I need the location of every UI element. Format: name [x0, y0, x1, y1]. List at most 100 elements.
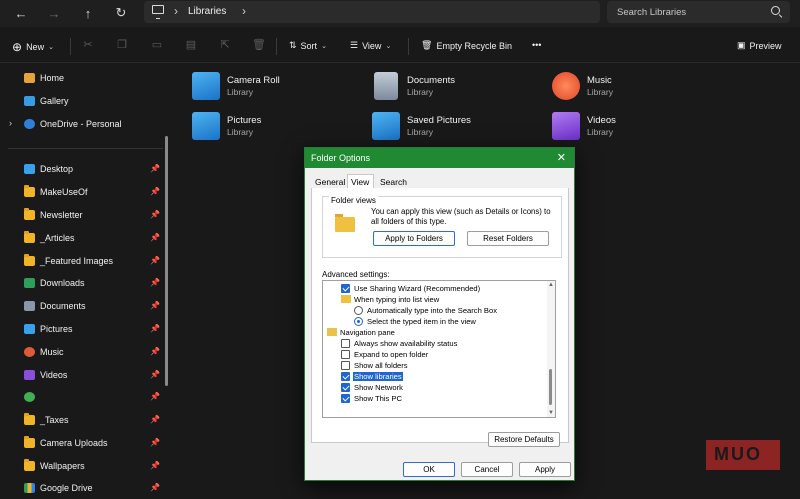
download-icon: [24, 278, 35, 288]
sidebar-item-drive[interactable]: 📌: [0, 388, 168, 408]
paste-icon[interactable]: ▭: [151, 39, 163, 51]
sort-button[interactable]: ⇅ Sort ⌄: [289, 40, 327, 51]
sidebar-item-videos[interactable]: Videos 📌: [0, 366, 168, 386]
apply-to-folders-button[interactable]: Apply to Folders: [373, 231, 455, 246]
setting-navigation-pane: Navigation pane: [323, 327, 543, 338]
sort-icon: ⇅: [289, 40, 297, 50]
delete-icon[interactable]: 🗑: [252, 39, 266, 51]
library-music[interactable]: Music Library: [552, 72, 722, 106]
sidebar-scrollbar[interactable]: [165, 136, 168, 386]
scroll-up-icon[interactable]: ▲: [548, 282, 554, 288]
checkbox[interactable]: [341, 372, 350, 381]
expand-chevron-icon[interactable]: ›: [9, 118, 12, 128]
sidebar-item-newsletter[interactable]: Newsletter 📌: [0, 206, 168, 226]
sidebar-item-desktop[interactable]: Desktop 📌: [0, 160, 168, 180]
sidebar-item-articles[interactable]: _Articles 📌: [0, 229, 168, 249]
empty-recycle-bin-button[interactable]: 🗑 Empty Recycle Bin: [421, 40, 512, 51]
setting-use-sharing-wizard[interactable]: Use Sharing Wizard (Recommended): [323, 283, 543, 294]
checkbox[interactable]: [341, 350, 350, 359]
ok-button[interactable]: OK: [403, 462, 455, 477]
checkbox[interactable]: [341, 394, 350, 403]
radio-button[interactable]: [354, 317, 363, 326]
sidebar-item-google-drive[interactable]: Google Drive 📌: [0, 479, 168, 499]
preview-label: Preview: [749, 40, 782, 51]
setting-expand-to-open-folder[interactable]: Expand to open folder: [323, 349, 543, 360]
tab-general[interactable]: General: [315, 177, 345, 187]
back-icon[interactable]: ←: [11, 4, 31, 22]
reset-folders-button[interactable]: Reset Folders: [467, 231, 549, 246]
view-label: View: [362, 40, 382, 51]
cut-icon[interactable]: ✂: [82, 39, 94, 51]
address-bar[interactable]: › Libraries ›: [144, 1, 600, 23]
sidebar-item-label: Wallpapers: [40, 461, 85, 471]
copy-icon[interactable]: ❐: [116, 39, 128, 51]
up-icon[interactable]: ↑: [78, 4, 98, 22]
checkbox[interactable]: [341, 361, 350, 370]
google-drive-icon: [24, 483, 35, 493]
advanced-settings-list[interactable]: Use Sharing Wizard (Recommended) When ty…: [322, 280, 556, 418]
radio-button[interactable]: [354, 306, 363, 315]
setting-label: Always show availability status: [354, 339, 458, 348]
sidebar-item-onedrive[interactable]: › OneDrive - Personal: [0, 115, 168, 135]
apply-button[interactable]: Apply: [519, 462, 571, 477]
folder-icon: [24, 185, 35, 197]
setting-show-network[interactable]: Show Network: [323, 382, 543, 393]
scrollbar-thumb[interactable]: [549, 369, 552, 405]
new-button[interactable]: ⊕ New ⌄: [12, 40, 54, 54]
library-saved-pictures[interactable]: Saved Pictures Library: [372, 112, 542, 146]
setting-show-all-folders[interactable]: Show all folders: [323, 360, 543, 371]
sidebar-item-home[interactable]: Home: [0, 69, 168, 89]
chevron-right-icon[interactable]: ›: [242, 4, 246, 18]
setting-auto-type-search[interactable]: Automatically type into the Search Box: [323, 305, 543, 316]
checkbox[interactable]: [341, 284, 350, 293]
sidebar-item-music[interactable]: Music 📌: [0, 343, 168, 363]
close-icon[interactable]: ✕: [557, 151, 566, 164]
library-pictures[interactable]: Pictures Library: [192, 112, 362, 146]
share-icon[interactable]: ⇱: [219, 39, 231, 51]
setting-show-this-pc[interactable]: Show This PC: [323, 393, 543, 404]
sidebar-item-label: Videos: [40, 370, 68, 380]
restore-defaults-button[interactable]: Restore Defaults: [488, 432, 560, 447]
pin-icon: 📌: [150, 347, 160, 356]
rename-icon[interactable]: ▤: [185, 39, 197, 51]
sidebar-item-makeuseof[interactable]: MakeUseOf 📌: [0, 183, 168, 203]
search-icon: [771, 6, 780, 15]
setting-label: Show libraries: [353, 372, 403, 381]
view-button[interactable]: ☰ View ⌄: [350, 40, 391, 51]
sidebar-item-pictures[interactable]: Pictures 📌: [0, 320, 168, 340]
library-type: Library: [227, 87, 253, 97]
checkbox[interactable]: [341, 383, 350, 392]
pin-icon: 📌: [150, 392, 160, 401]
sidebar-item-taxes[interactable]: _Taxes 📌: [0, 411, 168, 431]
more-options-button[interactable]: •••: [532, 40, 541, 50]
library-camera-roll[interactable]: Camera Roll Library: [192, 72, 362, 106]
setting-select-typed-item[interactable]: Select the typed item in the view: [323, 316, 543, 327]
dialog-title-bar[interactable]: Folder Options ✕: [305, 148, 574, 168]
search-input[interactable]: Search Libraries: [607, 1, 790, 23]
sidebar-item-gallery[interactable]: Gallery: [0, 92, 168, 112]
settings-scrollbar[interactable]: ▲ ▼: [547, 281, 555, 417]
pin-icon: 📌: [150, 301, 160, 310]
sidebar-item-label: Gallery: [40, 96, 69, 106]
preview-button[interactable]: ▣ Preview: [737, 40, 782, 51]
tab-search[interactable]: Search: [380, 177, 407, 187]
sidebar-item-documents[interactable]: Documents 📌: [0, 297, 168, 317]
sidebar-item-wallpapers[interactable]: Wallpapers 📌: [0, 457, 168, 477]
library-documents[interactable]: Documents Library: [372, 72, 542, 106]
scroll-down-icon[interactable]: ▼: [548, 410, 554, 416]
sidebar-item-downloads[interactable]: Downloads 📌: [0, 274, 168, 294]
setting-label: Automatically type into the Search Box: [367, 306, 498, 315]
setting-availability-status[interactable]: Always show availability status: [323, 338, 543, 349]
cancel-button[interactable]: Cancel: [461, 462, 513, 477]
sidebar-item-camera-uploads[interactable]: Camera Uploads 📌: [0, 434, 168, 454]
checkbox[interactable]: [341, 339, 350, 348]
sidebar-item-label: Downloads: [40, 278, 85, 288]
setting-show-libraries[interactable]: Show libraries: [323, 371, 543, 382]
refresh-icon[interactable]: ↻: [111, 4, 131, 22]
breadcrumb[interactable]: Libraries: [188, 6, 226, 17]
tab-view[interactable]: View: [347, 174, 374, 189]
sidebar-item-featured-images[interactable]: _Featured Images 📌: [0, 252, 168, 272]
forward-icon[interactable]: →: [44, 4, 64, 22]
library-videos[interactable]: Videos Library: [552, 112, 722, 146]
pin-icon: 📌: [150, 461, 160, 470]
